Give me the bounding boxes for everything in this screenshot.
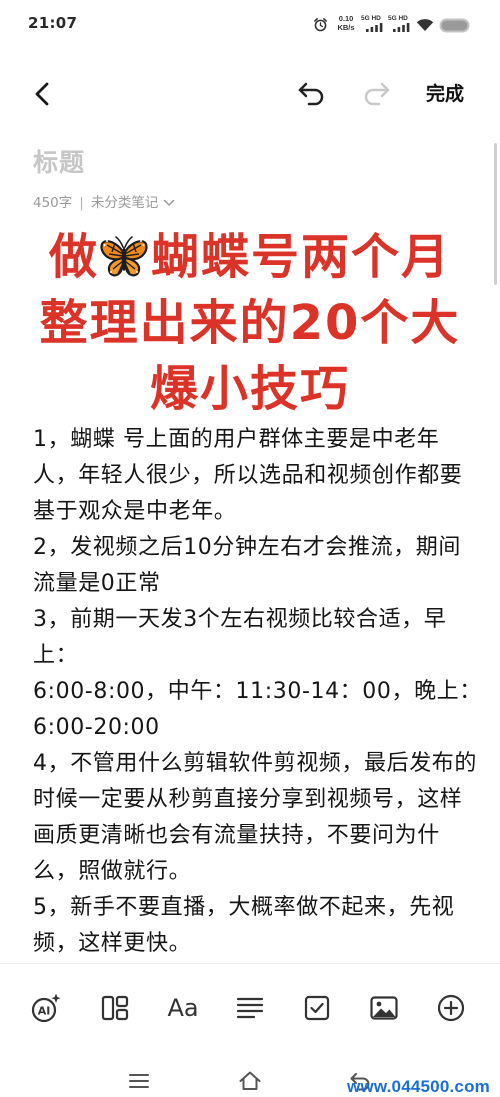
nav-menu-button[interactable] — [127, 1069, 151, 1093]
body-line: 么，照做就行。 — [33, 859, 192, 884]
signal-bars-icon — [393, 23, 410, 32]
text-style-button[interactable]: Aa — [163, 992, 203, 1024]
nav-home-button[interactable] — [238, 1069, 262, 1093]
battery-icon — [439, 18, 471, 33]
ai-assistant-icon: AI — [31, 993, 61, 1023]
note-title-input[interactable]: 标题 — [33, 145, 85, 181]
ai-label: AI — [38, 1005, 51, 1018]
checklist-button[interactable] — [301, 992, 333, 1024]
home-icon — [239, 1071, 261, 1090]
body-line: 6:00-8:00，中午：11:30-14：00，晚上： — [33, 679, 482, 704]
watermark: www.044500.com — [347, 1077, 490, 1096]
body-line: 时候一定要从秒剪直接分享到视频号，这样 — [33, 787, 463, 812]
done-button[interactable]: 完成 — [426, 81, 464, 107]
signal-bars-icon — [366, 23, 383, 32]
paragraph-align-icon — [236, 997, 264, 1019]
body-line: 3，前期一天发3个左右视频比较合适，早 — [33, 607, 447, 632]
insert-image-button[interactable] — [368, 992, 400, 1024]
image-icon — [370, 996, 398, 1020]
chevron-left-icon — [35, 82, 49, 106]
ai-assistant-button[interactable]: AI — [29, 992, 61, 1024]
note-body-editor[interactable]: 1，蝴蝶 号上面的用户群体主要是中老年 人，年轻人很少，所以选品和视频创作都要 … — [33, 422, 495, 962]
note-meta: 450字 | 未分类笔记 — [33, 193, 175, 213]
body-line: 频，这样更快。 — [33, 931, 192, 956]
chevron-down-icon — [164, 199, 175, 206]
sim1-signal: 5G HD — [361, 15, 385, 32]
menu-icon — [129, 1074, 149, 1088]
note-heading: 做 蝴蝶号两个月 整理出来的20个大 爆小技巧 — [0, 224, 500, 422]
heading-line-1: 做 蝴蝶号两个月 — [0, 224, 500, 290]
sim2-label: 5G HD — [388, 15, 408, 22]
body-line: 画质更清晰也会有流量扶持，不要问为什 — [33, 823, 440, 848]
body-line: 2，发视频之后10分钟左右才会推流，期间 — [33, 535, 461, 560]
heading-line-3: 爆小技巧 — [149, 361, 350, 417]
redo-icon — [364, 82, 390, 106]
category-selector[interactable]: 未分类笔记 — [91, 193, 176, 213]
sim2-signal: 5G HD — [388, 15, 412, 32]
undo-icon — [298, 82, 324, 106]
heading-line-2: 整理出来的20个大 — [39, 295, 461, 351]
body-line: 6:00-20:00 — [33, 715, 160, 740]
toolbar-divider — [0, 963, 500, 964]
network-speed-unit: KB/s — [337, 22, 355, 32]
meta-separator: | — [79, 195, 84, 211]
wifi-icon — [416, 18, 434, 32]
template-button[interactable] — [99, 992, 131, 1024]
redo-button[interactable] — [360, 80, 392, 108]
add-circle-icon — [437, 994, 465, 1022]
body-line: 上： — [33, 643, 79, 668]
insert-more-button[interactable] — [435, 992, 467, 1024]
alarm-icon — [313, 17, 328, 32]
status-time: 21:07 — [28, 14, 78, 32]
category-label: 未分类笔记 — [90, 195, 159, 211]
body-line: 流量是0正常 — [33, 571, 161, 596]
body-line: 1，蝴蝶 号上面的用户群体主要是中老年 — [33, 427, 440, 452]
heading-line-1-prefix: 做 — [48, 229, 99, 285]
body-line: 基于观众是中老年。 — [33, 499, 237, 524]
template-icon — [101, 995, 129, 1021]
checklist-icon — [304, 995, 330, 1021]
undo-button[interactable] — [296, 80, 328, 108]
word-count: 450字 — [33, 195, 73, 211]
body-line: 4，不管用什么剪辑软件剪视频，最后发布的 — [33, 751, 477, 776]
sim1-label: 5G HD — [361, 15, 381, 22]
network-speed: 0.10 KB/s — [334, 14, 358, 32]
back-button[interactable] — [31, 81, 55, 107]
scrollbar-thumb[interactable] — [494, 143, 497, 285]
body-line: 人，年轻人很少，所以选品和视频创作都要 — [33, 463, 463, 488]
paragraph-align-button[interactable] — [234, 992, 266, 1024]
body-line: 5，新手不要直播，大概率做不起来，先视 — [33, 895, 455, 920]
heading-line-1-suffix: 蝴蝶号两个月 — [151, 229, 452, 285]
butterfly-icon — [99, 232, 149, 282]
